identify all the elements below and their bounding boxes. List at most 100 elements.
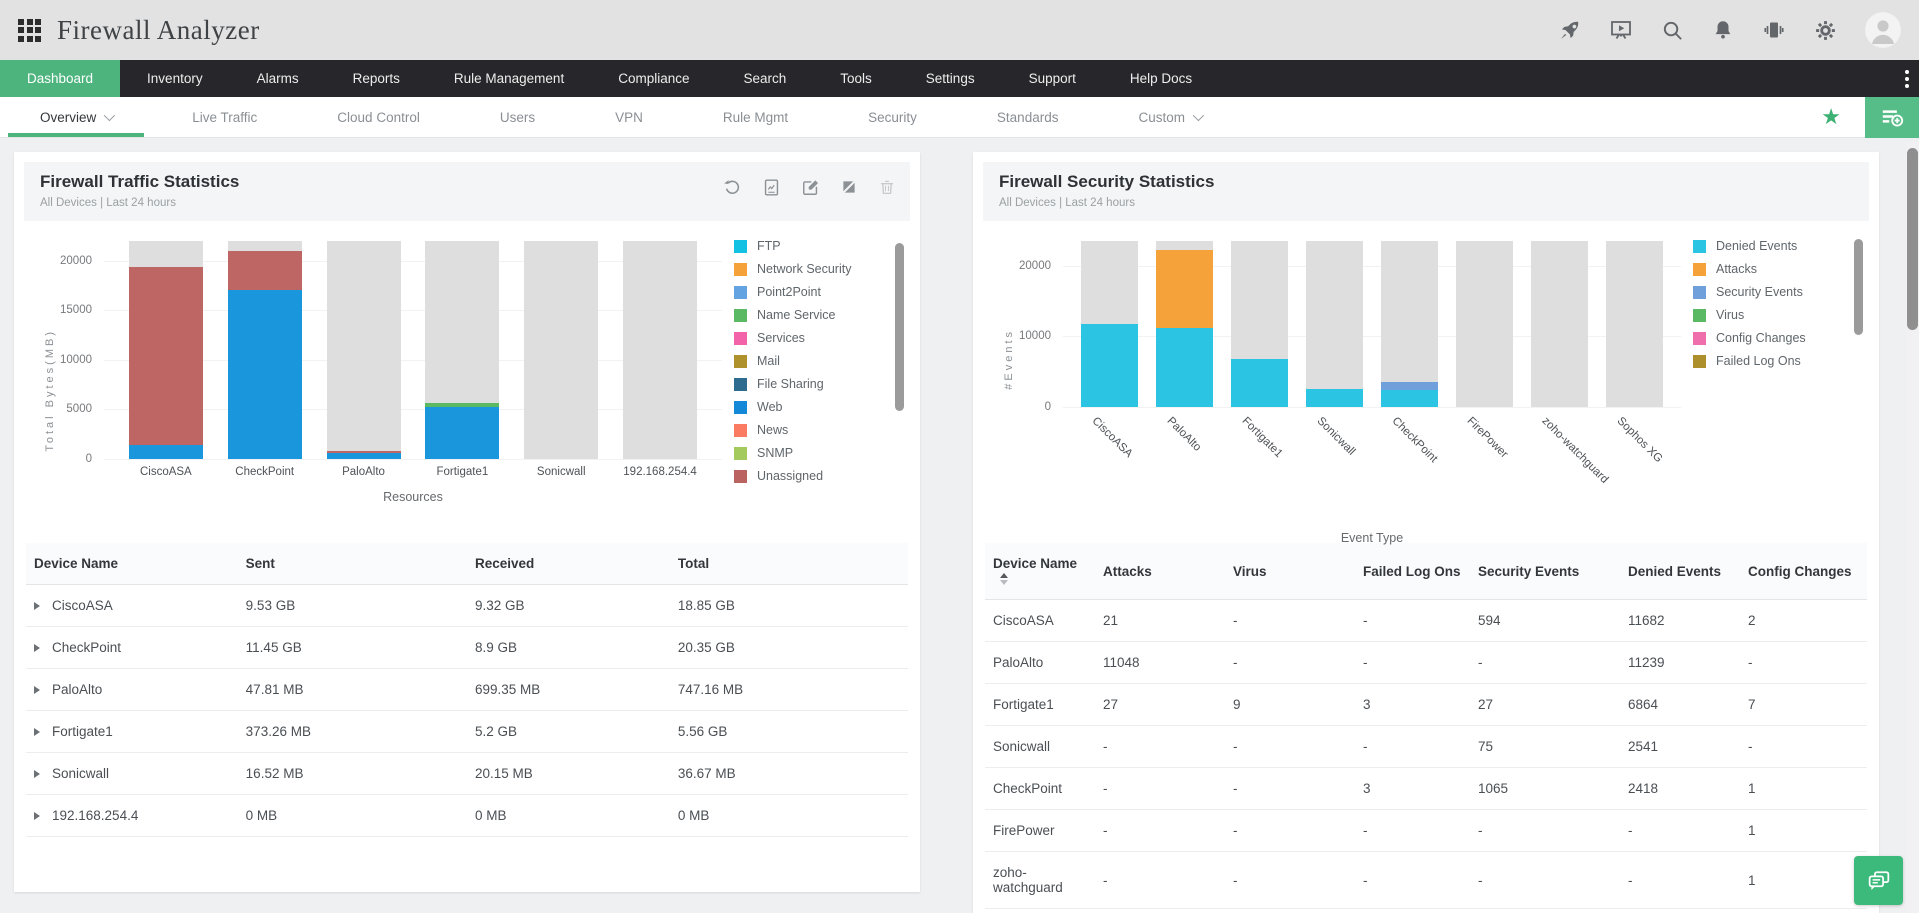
legend-item-web[interactable]: Web: [734, 400, 886, 414]
bar-fortigate1[interactable]: [1231, 241, 1288, 407]
subnav-item-live-traffic[interactable]: Live Traffic: [152, 97, 297, 137]
expand-caret-icon[interactable]: [34, 770, 40, 778]
table-row-paloalto[interactable]: PaloAlto11048---11239-: [985, 642, 1867, 684]
expand-caret-icon[interactable]: [34, 812, 40, 820]
nav-item-settings[interactable]: Settings: [899, 60, 1002, 97]
subnav-item-vpn[interactable]: VPN: [575, 97, 683, 137]
legend-item-name-service[interactable]: Name Service: [734, 308, 886, 322]
chat-support-button[interactable]: [1854, 856, 1903, 905]
table-row-192-168-254-4[interactable]: 192.168.254.40 MB0 MB0 MB: [26, 795, 908, 837]
table-row-paloalto[interactable]: PaloAlto47.81 MB699.35 MB747.16 MB: [26, 669, 908, 711]
delete-icon[interactable]: [878, 178, 896, 197]
export-report-icon[interactable]: [762, 178, 781, 197]
legend-item-config-changes[interactable]: Config Changes: [1693, 331, 1845, 345]
legend-item-news[interactable]: News: [734, 423, 886, 437]
expand-caret-icon[interactable]: [34, 686, 40, 694]
nav-item-inventory[interactable]: Inventory: [120, 60, 230, 97]
legend-item-network-security[interactable]: Network Security: [734, 262, 886, 276]
nav-item-reports[interactable]: Reports: [326, 60, 427, 97]
legend-scrollbar[interactable]: [895, 243, 904, 411]
more-options-icon[interactable]: [1905, 60, 1909, 97]
nav-item-compliance[interactable]: Compliance: [591, 60, 716, 97]
column-header-failed-log-ons[interactable]: Failed Log Ons: [1355, 543, 1470, 600]
legend-item-ftp[interactable]: FTP: [734, 239, 886, 253]
notifications-bell-icon[interactable]: [1712, 19, 1734, 41]
table-row-sonicwall[interactable]: Sonicwall16.52 MB20.15 MB36.67 MB: [26, 753, 908, 795]
column-header-security-events[interactable]: Security Events: [1470, 543, 1620, 600]
table-row-ciscoasa[interactable]: CiscoASA21--594116822: [985, 600, 1867, 642]
refresh-icon[interactable]: [723, 178, 742, 197]
table-row-firepower[interactable]: FirePower-----1: [985, 810, 1867, 852]
bar-fortigate1[interactable]: [425, 241, 499, 459]
add-widget-button[interactable]: [1865, 97, 1919, 138]
search-icon[interactable]: [1661, 19, 1684, 42]
bar-paloalto[interactable]: [1156, 241, 1213, 407]
bar-checkpoint[interactable]: [1381, 241, 1438, 407]
edit-icon[interactable]: [801, 178, 820, 197]
app-grid-icon[interactable]: [18, 19, 41, 42]
subnav-item-overview[interactable]: Overview: [0, 97, 152, 137]
legend-item-file-sharing[interactable]: File Sharing: [734, 377, 886, 391]
column-header-attacks[interactable]: Attacks: [1095, 543, 1225, 600]
table-row-fortigate1[interactable]: Fortigate127932768647: [985, 684, 1867, 726]
legend-item-mail[interactable]: Mail: [734, 354, 886, 368]
legend-item-point2point[interactable]: Point2Point: [734, 285, 886, 299]
table-row-fortigate1[interactable]: Fortigate1373.26 MB5.2 GB5.56 GB: [26, 711, 908, 753]
nav-item-dashboard[interactable]: Dashboard: [0, 60, 120, 97]
bar-ciscoasa[interactable]: [1081, 241, 1138, 407]
legend-item-snmp[interactable]: SNMP: [734, 446, 886, 460]
legend-item-denied-events[interactable]: Denied Events: [1693, 239, 1845, 253]
nav-item-alarms[interactable]: Alarms: [230, 60, 326, 97]
column-header-received[interactable]: Received: [467, 543, 670, 585]
bar-sophos-xg[interactable]: [1606, 241, 1663, 407]
subnav-item-custom[interactable]: Custom: [1098, 97, 1241, 137]
bar-sonicwall[interactable]: [524, 241, 598, 459]
column-header-denied-events[interactable]: Denied Events: [1620, 543, 1740, 600]
subnav-item-rule-mgmt[interactable]: Rule Mgmt: [683, 97, 828, 137]
table-row-checkpoint[interactable]: CheckPoint--3106524181: [985, 768, 1867, 810]
nav-item-tools[interactable]: Tools: [813, 60, 899, 97]
bar-zoho-watchguard[interactable]: [1531, 241, 1588, 407]
subnav-item-users[interactable]: Users: [460, 97, 575, 137]
legend-scrollbar[interactable]: [1854, 239, 1863, 335]
subnav-item-security[interactable]: Security: [828, 97, 957, 137]
bar-firepower[interactable]: [1456, 241, 1513, 407]
table-row-checkpoint[interactable]: CheckPoint11.45 GB8.9 GB20.35 GB: [26, 627, 908, 669]
expand-caret-icon[interactable]: [34, 602, 40, 610]
bar-checkpoint[interactable]: [228, 241, 302, 459]
demo-screen-icon[interactable]: [1609, 18, 1633, 42]
column-header-device-name[interactable]: Device Name: [985, 543, 1095, 600]
expand-caret-icon[interactable]: [34, 644, 40, 652]
column-header-device-name[interactable]: Device Name: [26, 543, 238, 585]
bar-ciscoasa[interactable]: [129, 241, 203, 459]
subnav-item-standards[interactable]: Standards: [957, 97, 1099, 137]
bar-192-168-254-4[interactable]: [623, 241, 697, 459]
legend-item-security-events[interactable]: Security Events: [1693, 285, 1845, 299]
page-scrollbar-thumb[interactable]: [1907, 148, 1918, 330]
nav-item-rule-management[interactable]: Rule Management: [427, 60, 591, 97]
settings-gear-icon[interactable]: [1814, 19, 1837, 42]
legend-item-services[interactable]: Services: [734, 331, 886, 345]
page-scrollbar[interactable]: [1906, 141, 1919, 913]
column-header-sent[interactable]: Sent: [238, 543, 467, 585]
nav-item-support[interactable]: Support: [1002, 60, 1103, 97]
legend-item-unassigned[interactable]: Unassigned: [734, 469, 886, 483]
table-row-ciscoasa[interactable]: CiscoASA9.53 GB9.32 GB18.85 GB: [26, 585, 908, 627]
table-row-sonicwall[interactable]: Sonicwall---752541-: [985, 726, 1867, 768]
user-avatar[interactable]: [1865, 12, 1901, 48]
contrast-icon[interactable]: [840, 178, 858, 197]
bar-sonicwall[interactable]: [1306, 241, 1363, 407]
column-header-config-changes[interactable]: Config Changes: [1740, 543, 1867, 600]
column-header-virus[interactable]: Virus: [1225, 543, 1355, 600]
legend-item-virus[interactable]: Virus: [1693, 308, 1845, 322]
mobile-access-icon[interactable]: [1762, 18, 1786, 42]
subnav-item-cloud-control[interactable]: Cloud Control: [297, 97, 460, 137]
table-row-zoho-watchguard[interactable]: zoho-watchguard-----1: [985, 852, 1867, 909]
expand-caret-icon[interactable]: [34, 728, 40, 736]
column-header-total[interactable]: Total: [670, 543, 908, 585]
rocket-icon[interactable]: [1558, 19, 1581, 42]
star-icon[interactable]: ★: [1821, 104, 1841, 130]
bar-paloalto[interactable]: [327, 241, 401, 459]
legend-item-failed-log-ons[interactable]: Failed Log Ons: [1693, 354, 1845, 368]
legend-item-attacks[interactable]: Attacks: [1693, 262, 1845, 276]
